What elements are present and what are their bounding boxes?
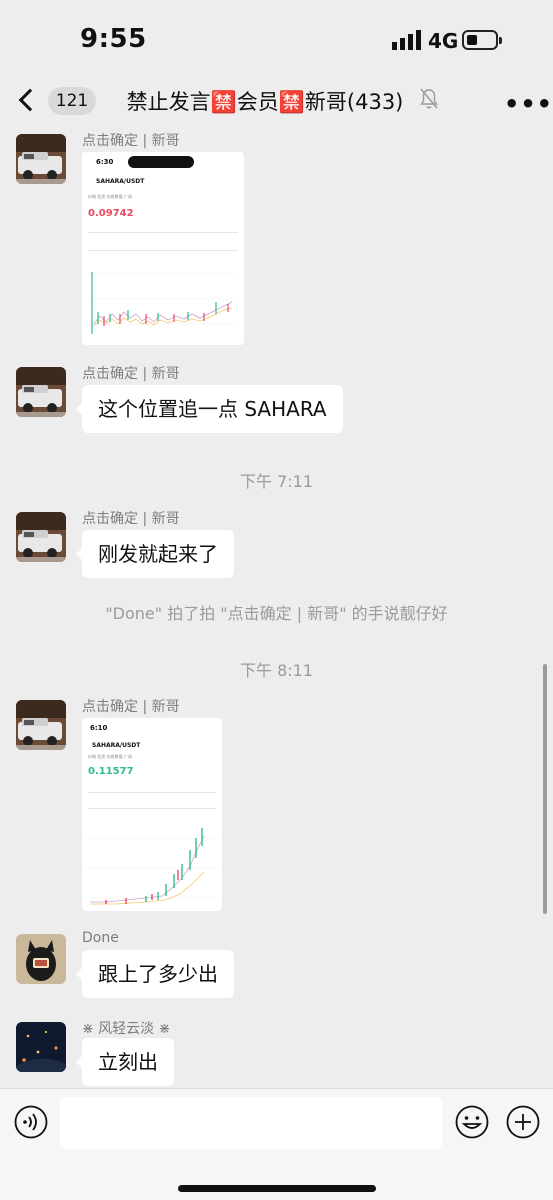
message-bubble[interactable]: 跟上了多少出 [76, 950, 234, 998]
chat-header: 121 禁止发言🈲会员🈲新哥(433) ••• [0, 80, 553, 124]
sender-name: 点击确定 | 新哥 [82, 699, 180, 715]
message-bubble[interactable]: 这个位置追一点 SAHARA [76, 385, 343, 433]
chat-messages[interactable]: 点击确定 | 新哥 6:30 SAHARA/USDT 价格 信息 交易数据 广场… [0, 124, 553, 1088]
signal-icon [392, 30, 421, 50]
input-bar [0, 1088, 553, 1200]
avatar[interactable] [16, 134, 66, 184]
message-input[interactable] [60, 1097, 442, 1149]
system-note: "Done" 拍了拍 "点击确定 | 新哥" 的手说靓仔好 [105, 604, 448, 623]
voice-icon[interactable] [14, 1105, 48, 1139]
timestamp: 下午 7:11 [239, 472, 314, 491]
mute-bell-icon [420, 88, 438, 109]
more-options-button[interactable]: ••• [504, 90, 553, 118]
emoji-icon[interactable] [455, 1105, 489, 1139]
avatar[interactable] [16, 1022, 66, 1072]
timestamp: 下午 8:11 [239, 661, 314, 680]
scrollbar[interactable] [543, 664, 547, 914]
sender-name: ⋇ 风轻云淡 ⋇ [82, 1021, 171, 1037]
network-type: 4G [428, 29, 459, 53]
sender-name: 点击确定 | 新哥 [82, 133, 180, 149]
back-button[interactable]: 121 [14, 82, 96, 118]
message-bubble[interactable]: 刚发就起来了 [76, 530, 234, 578]
battery-icon [462, 30, 502, 50]
chevron-left-icon [18, 88, 42, 112]
plus-icon[interactable] [506, 1105, 540, 1139]
image-message[interactable]: 6:10 SAHARA/USDT 价格 信息 交易数据 广场 0.11577 [82, 718, 222, 911]
status-bar: 9:55 4G [0, 0, 553, 80]
sender-name: Done [82, 930, 119, 946]
message-bubble[interactable]: 立刻出 [76, 1038, 174, 1086]
image-message[interactable]: 6:30 SAHARA/USDT 价格 信息 交易数据 广场 0.09742 [82, 152, 244, 345]
avatar[interactable] [16, 934, 66, 984]
avatar[interactable] [16, 700, 66, 750]
sender-name: 点击确定 | 新哥 [82, 511, 180, 527]
avatar[interactable] [16, 512, 66, 562]
status-time: 9:55 [80, 24, 147, 54]
sender-name: 点击确定 | 新哥 [82, 366, 180, 382]
avatar[interactable] [16, 367, 66, 417]
unread-count-badge: 121 [48, 87, 96, 115]
chat-title: 禁止发言🈲会员🈲新哥(433) [126, 90, 404, 114]
home-indicator [178, 1185, 376, 1192]
